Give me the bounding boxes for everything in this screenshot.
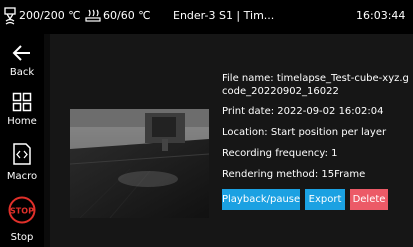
nozzle-icon	[4, 7, 16, 25]
macro-button[interactable]: Macro	[0, 139, 44, 185]
bed-icon	[85, 9, 101, 22]
home-label: Home	[7, 116, 37, 127]
location-text: Location: Start position per layer	[222, 127, 387, 138]
file-name-text: File name: timelapse_Test-cube-xyz.g	[222, 73, 409, 84]
playback-pause-button[interactable]: Playback/pause	[222, 189, 300, 210]
status-bar: 200/200 ℃ 60/60 ℃ Ender-3 S1 | Tim... 16…	[0, 0, 413, 34]
back-label: Back	[9, 67, 35, 78]
recording-frequency-text: Recording frequency: 1	[222, 148, 338, 159]
clock: 16:03:44	[356, 9, 406, 22]
home-grid-icon	[12, 92, 32, 112]
macro-icon	[13, 143, 31, 165]
back-arrow-icon	[12, 45, 30, 61]
stop-label: Stop	[10, 232, 34, 243]
window-title: Ender-3 S1 | Tim...	[173, 9, 275, 22]
home-button[interactable]: Home	[0, 88, 44, 133]
print-date-text: Print date: 2022-09-02 16:02:04	[222, 106, 384, 117]
nozzle-temperature: 200/200 ℃	[19, 9, 81, 22]
delete-button[interactable]: Delete	[350, 189, 388, 210]
stop-button[interactable]: STOP Stop	[0, 194, 44, 246]
export-button[interactable]: Export	[305, 189, 345, 210]
sidebar: Back Home Macro STOP Stop	[0, 34, 44, 247]
printer-bed-photo	[70, 109, 209, 218]
timelapse-preview-image	[70, 109, 209, 218]
back-button[interactable]: Back	[0, 40, 44, 85]
stop-icon-text: STOP	[10, 207, 34, 216]
macro-label: Macro	[6, 171, 38, 182]
bed-temperature: 60/60 ℃	[103, 9, 151, 22]
file-name-text-continued: code_20220902_16022	[222, 86, 339, 97]
stop-icon: STOP	[8, 196, 36, 224]
rendering-method-text: Rendering method: 15Frame	[222, 169, 366, 180]
